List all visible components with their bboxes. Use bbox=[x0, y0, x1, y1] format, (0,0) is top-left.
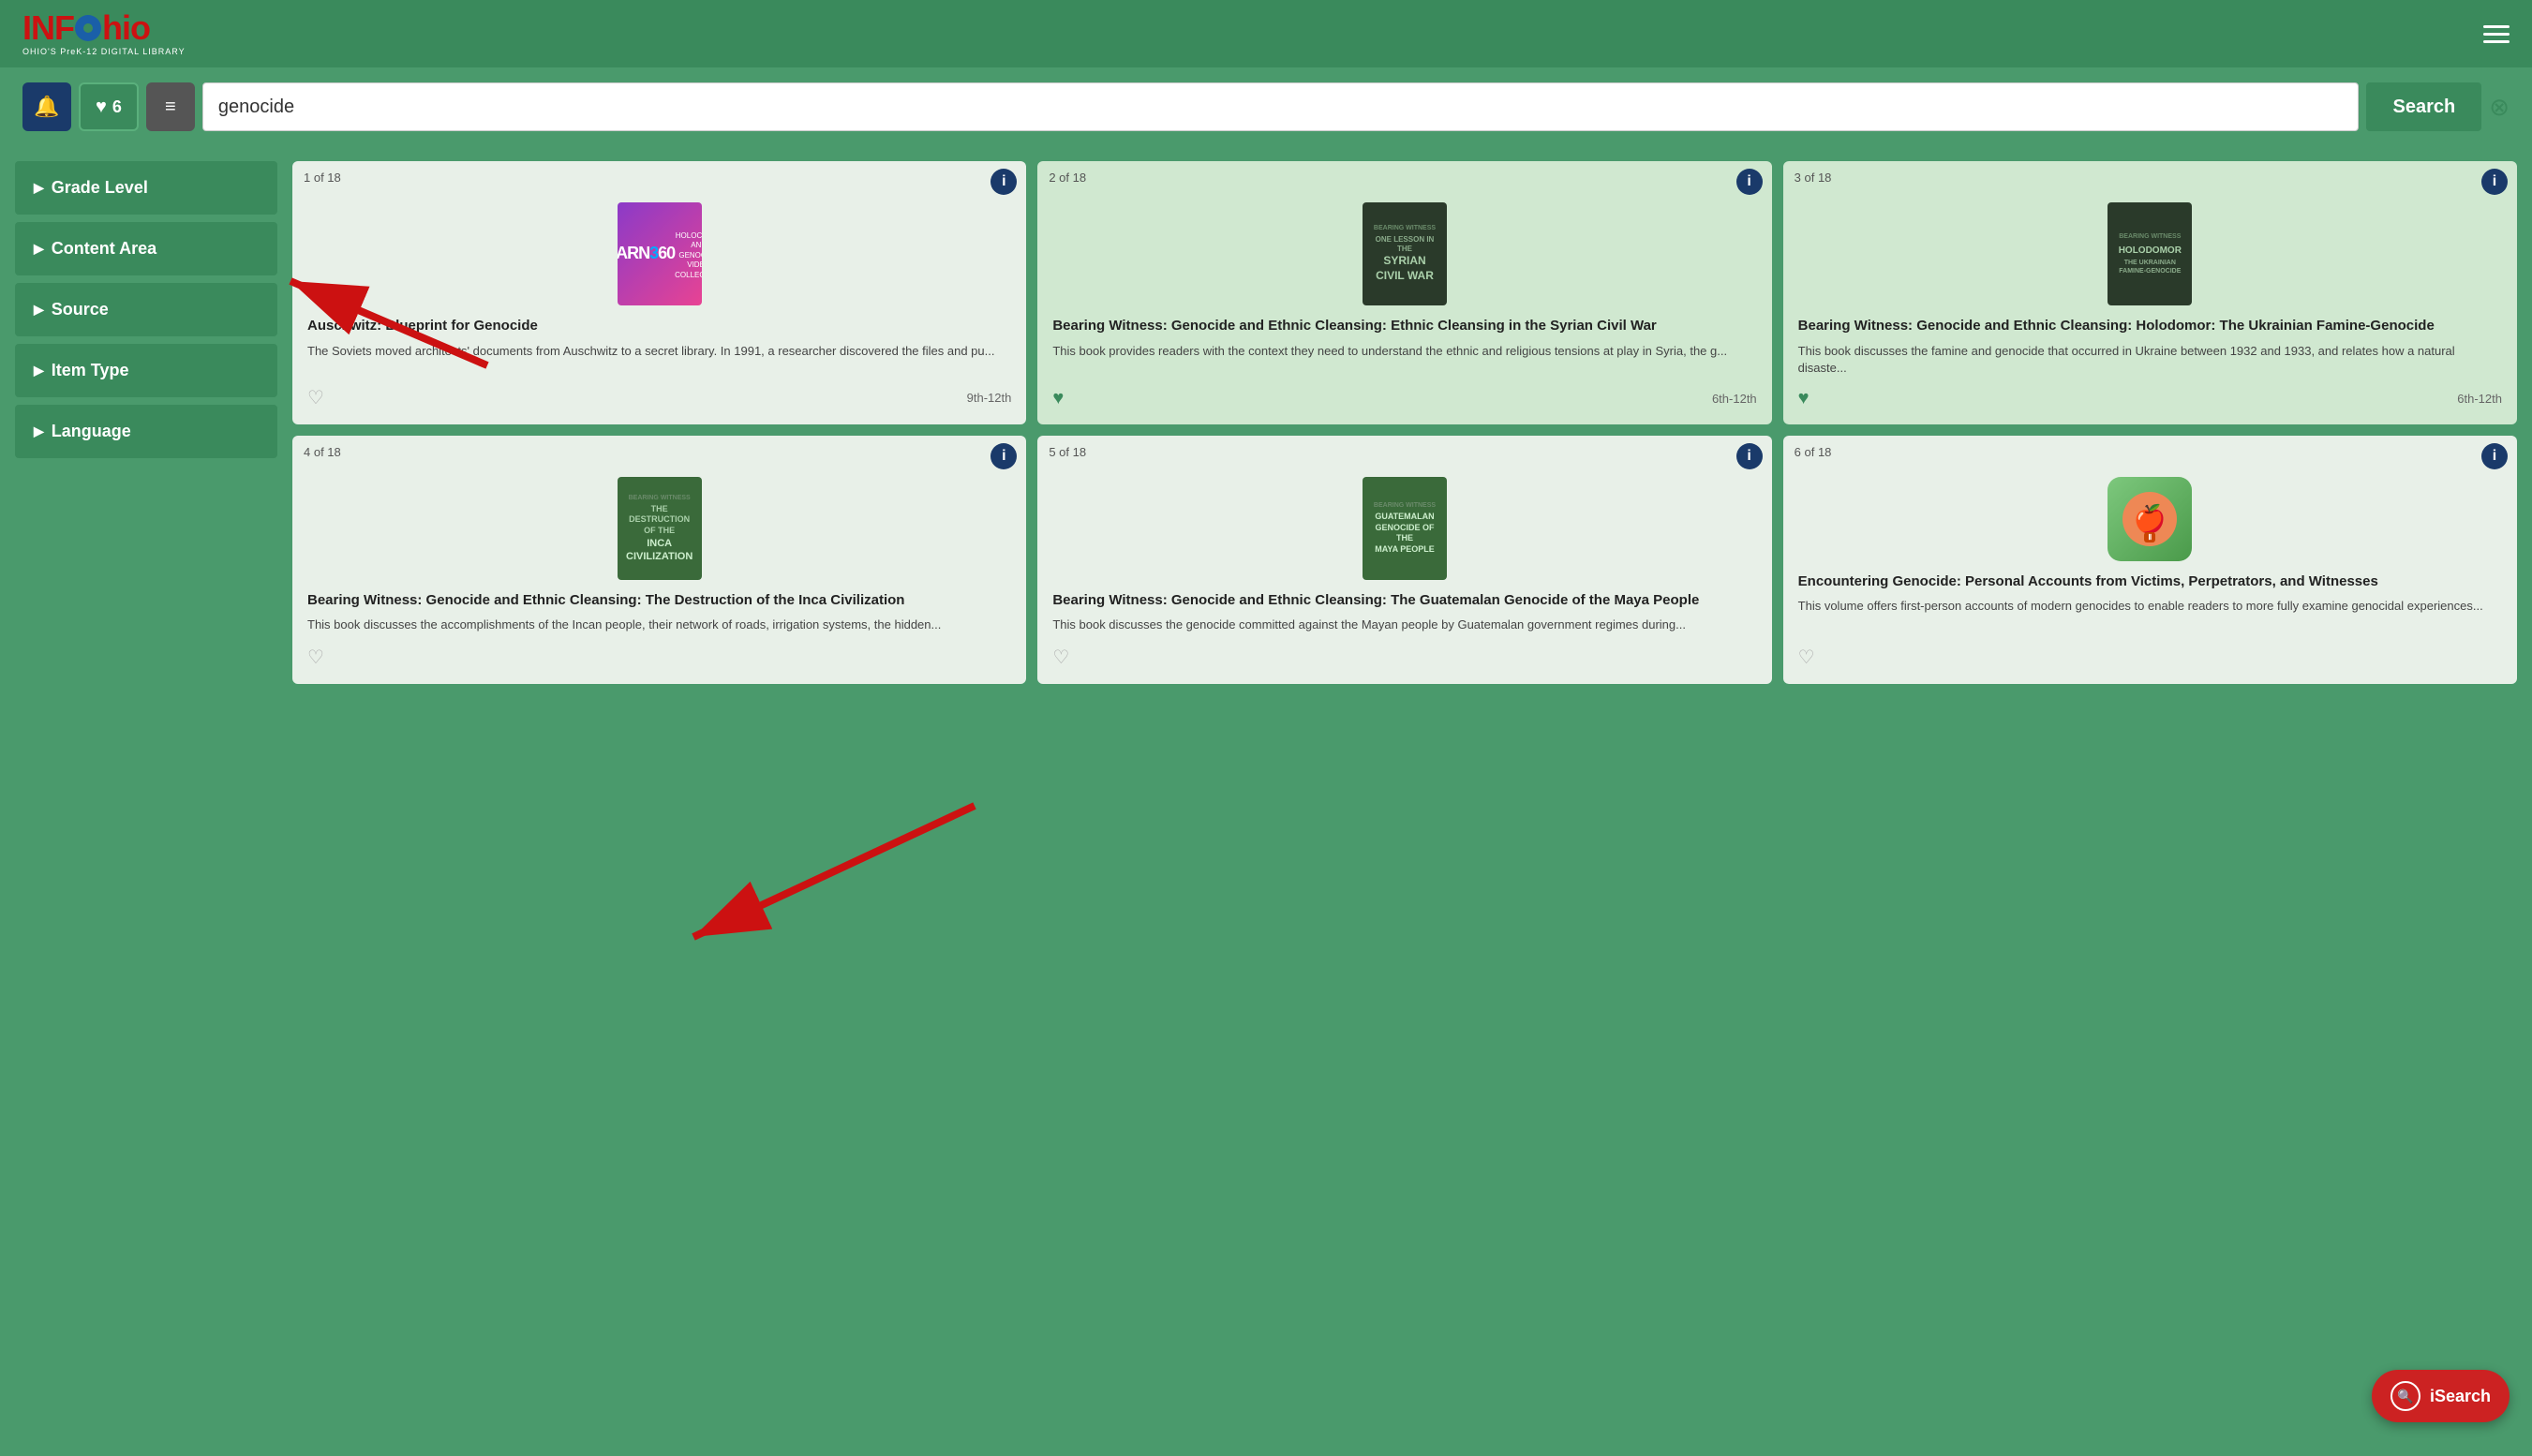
card-thumbnail: BEARING WITNESS GUATEMALANGENOCIDE OF TH… bbox=[1363, 477, 1447, 580]
hamburger-line-3 bbox=[2483, 40, 2510, 43]
card-footer: ♥ 6th-12th bbox=[1798, 388, 2502, 409]
favorite-button[interactable]: ♥ bbox=[1052, 388, 1064, 409]
header: INF hio OHIO'S PreK-12 DIGITAL LIBRARY bbox=[0, 0, 2532, 67]
card-title: Bearing Witness: Genocide and Ethnic Cle… bbox=[1052, 317, 1756, 335]
card-counter: 1 of 18 bbox=[304, 171, 341, 185]
card-thumbnail: BEARING WITNESS HOLODOMOR THE UKRAINIANF… bbox=[2108, 202, 2192, 305]
favorites-count: 6 bbox=[112, 97, 122, 117]
isearch-button[interactable]: 🔍 iSearch bbox=[2372, 1370, 2510, 1422]
filter-item-type[interactable]: ▶ Item Type bbox=[15, 344, 277, 397]
chevron-right-icon: ▶ bbox=[34, 363, 44, 379]
card-description: This volume offers first-person accounts… bbox=[1798, 598, 2502, 633]
card-thumbnail: LEARN360 HOLOCAUST AND GENOCIDEVIDEO COL… bbox=[618, 202, 702, 305]
favorite-button[interactable]: ♡ bbox=[1798, 646, 1815, 669]
clear-search-button[interactable]: ⊗ bbox=[2489, 93, 2510, 122]
filter-content-area[interactable]: ▶ Content Area bbox=[15, 222, 277, 275]
card-counter: 2 of 18 bbox=[1049, 171, 1086, 185]
card-counter: 4 of 18 bbox=[304, 445, 341, 459]
card-thumbnail: 🍎 Ⅱ bbox=[2108, 477, 2192, 561]
app-icon: 🍎 Ⅱ bbox=[2108, 477, 2192, 561]
grade-label: 6th-12th bbox=[1712, 392, 1757, 406]
card-description: This book discusses the famine and genoc… bbox=[1798, 343, 2502, 377]
result-card-3: 3 of 18 i BEARING WITNESS HOLODOMOR THE … bbox=[1783, 161, 2517, 424]
filter-label: Grade Level bbox=[52, 178, 148, 198]
hamburger-line-2 bbox=[2483, 33, 2510, 36]
logo-o-icon bbox=[75, 15, 101, 41]
card-description: This book provides readers with the cont… bbox=[1052, 343, 1756, 377]
logo: INF hio OHIO'S PreK-12 DIGITAL LIBRARY bbox=[22, 11, 186, 56]
card-thumbnail: BEARING WITNESS ONE LESSON IN THE SYRIAN… bbox=[1363, 202, 1447, 305]
toolbar: 🔔 ♥ 6 ≡ Search ⊗ bbox=[0, 67, 2532, 146]
card-info-button[interactable]: i bbox=[1736, 169, 1763, 195]
card-thumbnail: BEARING WITNESS THE DESTRUCTION OF THE I… bbox=[618, 477, 702, 580]
grade-label: 6th-12th bbox=[2457, 392, 2502, 406]
result-card-4: 4 of 18 i BEARING WITNESS THE DESTRUCTIO… bbox=[292, 436, 1026, 684]
filter-source[interactable]: ▶ Source bbox=[15, 283, 277, 336]
filter-label: Language bbox=[52, 422, 131, 441]
logo-inf: INF bbox=[22, 8, 74, 47]
favorite-button[interactable]: ♡ bbox=[1052, 646, 1069, 669]
card-counter: 3 of 18 bbox=[1795, 171, 1832, 185]
card-description: This book discusses the genocide committ… bbox=[1052, 617, 1756, 633]
search-input[interactable] bbox=[202, 82, 2360, 131]
bell-icon: 🔔 bbox=[34, 95, 59, 119]
list-icon: ≡ bbox=[165, 97, 176, 118]
card-info-button[interactable]: i bbox=[990, 169, 1017, 195]
filter-grade-level[interactable]: ▶ Grade Level bbox=[15, 161, 277, 215]
clear-icon: ⊗ bbox=[2489, 93, 2510, 121]
card-info-button[interactable]: i bbox=[2481, 169, 2508, 195]
results-grid: 1 of 18 i LEARN360 HOLOCAUST AND GENOCID… bbox=[292, 161, 2517, 1441]
filter-label: Source bbox=[52, 300, 109, 319]
favorites-heart-icon: ♥ bbox=[96, 97, 107, 118]
favorite-button[interactable]: ♡ bbox=[307, 646, 324, 669]
result-card-6: 6 of 18 i 🍎 Ⅱ Encountering Genocide: Per… bbox=[1783, 436, 2517, 684]
result-card-5: 5 of 18 i BEARING WITNESS GUATEMALANGENO… bbox=[1037, 436, 1771, 684]
card-description: The Soviets moved architects' documents … bbox=[307, 343, 1011, 375]
favorite-button[interactable]: ♥ bbox=[1798, 388, 1810, 409]
result-card-2: 2 of 18 i BEARING WITNESS ONE LESSON IN … bbox=[1037, 161, 1771, 424]
card-footer: ♡ bbox=[307, 646, 1011, 669]
card-counter: 5 of 18 bbox=[1049, 445, 1086, 459]
logo-hio: hio bbox=[102, 8, 150, 47]
card-title: Bearing Witness: Genocide and Ethnic Cle… bbox=[307, 591, 1011, 610]
isearch-icon: 🔍 bbox=[2391, 1381, 2420, 1411]
list-view-button[interactable]: ≡ bbox=[146, 82, 195, 131]
logo-subtitle: OHIO'S PreK-12 DIGITAL LIBRARY bbox=[22, 47, 186, 56]
chevron-right-icon: ▶ bbox=[34, 302, 44, 318]
search-button[interactable]: Search bbox=[2366, 82, 2481, 131]
grade-label: 9th-12th bbox=[967, 391, 1012, 405]
card-footer: ♡ 9th-12th bbox=[307, 386, 1011, 409]
menu-button[interactable] bbox=[2483, 25, 2510, 43]
main-content: ▶ Grade Level ▶ Content Area ▶ Source ▶ … bbox=[0, 146, 2532, 1456]
card-footer: ♡ bbox=[1798, 646, 2502, 669]
card-counter: 6 of 18 bbox=[1795, 445, 1832, 459]
card-title: Bearing Witness: Genocide and Ethnic Cle… bbox=[1798, 317, 2502, 335]
result-card-1: 1 of 18 i LEARN360 HOLOCAUST AND GENOCID… bbox=[292, 161, 1026, 424]
filter-language[interactable]: ▶ Language bbox=[15, 405, 277, 458]
isearch-label: iSearch bbox=[2430, 1387, 2491, 1406]
chevron-right-icon: ▶ bbox=[34, 423, 44, 439]
card-info-button[interactable]: i bbox=[990, 443, 1017, 469]
chevron-right-icon: ▶ bbox=[34, 180, 44, 196]
sidebar: ▶ Grade Level ▶ Content Area ▶ Source ▶ … bbox=[15, 161, 277, 1441]
card-info-button[interactable]: i bbox=[2481, 443, 2508, 469]
card-footer: ♥ 6th-12th bbox=[1052, 388, 1756, 409]
favorite-button[interactable]: ♡ bbox=[307, 386, 324, 409]
logo-text: INF hio bbox=[22, 11, 186, 45]
chevron-right-icon: ▶ bbox=[34, 241, 44, 257]
filter-label: Item Type bbox=[52, 361, 129, 380]
search-icon: 🔍 bbox=[2397, 1389, 2413, 1404]
card-info-button[interactable]: i bbox=[1736, 443, 1763, 469]
card-description: This book discusses the accomplishments … bbox=[307, 617, 1011, 633]
card-footer: ♡ bbox=[1052, 646, 1756, 669]
card-title: Bearing Witness: Genocide and Ethnic Cle… bbox=[1052, 591, 1756, 610]
card-title: Encountering Genocide: Personal Accounts… bbox=[1798, 572, 2502, 591]
hamburger-line-1 bbox=[2483, 25, 2510, 28]
bell-button[interactable]: 🔔 bbox=[22, 82, 71, 131]
favorites-button[interactable]: ♥ 6 bbox=[79, 82, 139, 131]
card-title: Auschwitz: Blueprint for Genocide bbox=[307, 317, 1011, 335]
filter-label: Content Area bbox=[52, 239, 156, 259]
